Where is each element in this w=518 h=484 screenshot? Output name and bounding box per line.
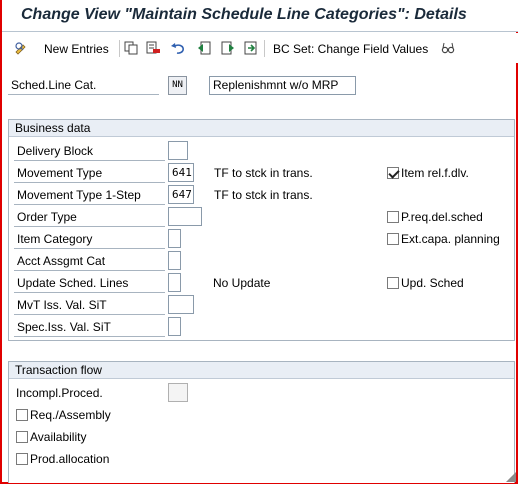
acct-assgmt-cat-field[interactable] bbox=[168, 251, 181, 270]
next-entry-icon[interactable] bbox=[221, 41, 235, 55]
update-sched-lines-text: No Update bbox=[213, 276, 271, 290]
item-rel-f-dlv-label: Item rel.f.dlv. bbox=[401, 166, 469, 180]
title-bar: Change View "Maintain Schedule Line Cate… bbox=[2, 0, 518, 32]
req-assembly-checkbox[interactable] bbox=[16, 409, 28, 421]
order-type-label: Order Type bbox=[14, 208, 165, 227]
spec-iss-val-sit-field[interactable] bbox=[168, 317, 181, 336]
spec-iss-val-sit-label: Spec.Iss. Val. SiT bbox=[14, 318, 165, 337]
order-type-field[interactable] bbox=[168, 207, 202, 226]
transaction-flow-header: Transaction flow bbox=[9, 362, 514, 379]
upd-sched-checkbox[interactable] bbox=[387, 277, 399, 289]
movement-type-text: TF to stck in trans. bbox=[214, 166, 313, 180]
window-title: Change View "Maintain Schedule Line Cate… bbox=[21, 6, 467, 23]
display-change-icon[interactable] bbox=[14, 41, 28, 55]
mvt-iss-val-sit-field[interactable] bbox=[168, 295, 194, 314]
update-sched-lines-field[interactable] bbox=[168, 273, 181, 292]
delivery-block-label: Delivery Block bbox=[14, 142, 165, 161]
toolbar-separator bbox=[119, 40, 120, 57]
acct-assgmt-cat-label: Acct Assgmt Cat bbox=[14, 252, 165, 271]
availability-checkbox[interactable] bbox=[16, 431, 28, 443]
prod-allocation-checkbox[interactable] bbox=[16, 453, 28, 465]
prod-allocation-label: Prod.allocation bbox=[30, 452, 110, 466]
item-category-field[interactable] bbox=[168, 229, 181, 248]
resize-grip-icon[interactable] bbox=[506, 472, 516, 482]
sched-line-cat-label: Sched.Line Cat. bbox=[8, 76, 159, 95]
movement-type-1step-field[interactable]: 647 bbox=[168, 185, 194, 204]
incompl-proced-field bbox=[168, 383, 188, 402]
movement-type-1step-text: TF to stck in trans. bbox=[214, 188, 313, 202]
req-assembly-label: Req./Assembly bbox=[30, 408, 111, 422]
sap-window: Change View "Maintain Schedule Line Cate… bbox=[0, 0, 518, 484]
business-data-header: Business data bbox=[9, 120, 514, 137]
movement-type-1step-label: Movement Type 1-Step bbox=[14, 186, 165, 205]
delete-icon[interactable] bbox=[146, 41, 160, 55]
previous-entry-icon[interactable] bbox=[197, 41, 211, 55]
sched-line-cat-description-field[interactable]: Replenishmnt w/o MRP bbox=[209, 76, 356, 95]
undo-icon[interactable] bbox=[171, 41, 185, 55]
upd-sched-label: Upd. Sched bbox=[401, 276, 464, 290]
ext-capa-planning-checkbox[interactable] bbox=[387, 233, 399, 245]
p-req-del-sched-label: P.req.del.sched bbox=[401, 210, 483, 224]
ext-capa-planning-label: Ext.capa. planning bbox=[401, 232, 500, 246]
delivery-block-field[interactable] bbox=[168, 141, 188, 160]
mvt-iss-val-sit-label: MvT Iss. Val. SiT bbox=[14, 296, 165, 315]
copy-icon[interactable] bbox=[124, 41, 138, 55]
application-toolbar: New Entries BC Set: Change Field Values bbox=[2, 33, 518, 63]
select-all-icon[interactable] bbox=[244, 41, 258, 55]
sched-line-cat-field: NN bbox=[168, 76, 187, 95]
incompl-proced-label: Incompl.Proced. bbox=[16, 386, 103, 400]
new-entries-button[interactable]: New Entries bbox=[44, 42, 109, 56]
availability-label: Availability bbox=[30, 430, 87, 444]
bc-set-change-field-values-button[interactable]: BC Set: Change Field Values bbox=[273, 42, 428, 56]
update-sched-lines-label: Update Sched. Lines bbox=[14, 274, 165, 293]
item-rel-f-dlv-checkbox[interactable] bbox=[387, 167, 399, 179]
item-category-label: Item Category bbox=[14, 230, 165, 249]
toolbar-separator bbox=[264, 40, 265, 57]
movement-type-label: Movement Type bbox=[14, 164, 165, 183]
glasses-icon[interactable] bbox=[441, 41, 455, 55]
movement-type-field[interactable]: 641 bbox=[168, 163, 194, 182]
p-req-del-sched-checkbox[interactable] bbox=[387, 211, 399, 223]
